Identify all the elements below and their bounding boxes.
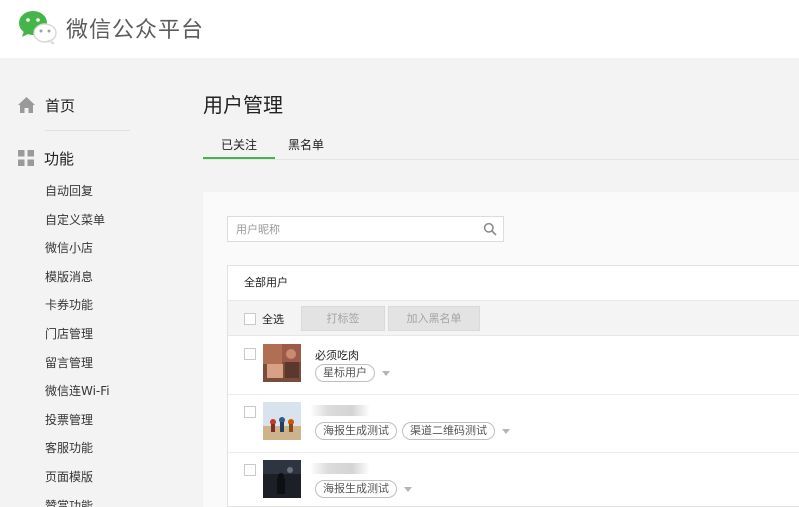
add-to-blacklist-button[interactable]: 加入黑名单 [388,306,480,331]
search-box [227,216,504,242]
user-panel: 全部用户 全选 打标签 加入黑名单 必须吃肉 星标 [203,192,799,507]
select-all-label[interactable]: 全选 [262,311,284,327]
sidebar: 首页 功能 自动回复 自定义菜单 微信小店 模版消息 卡券功能 门店管理 留言管… [0,58,199,507]
user-row: 海报生成测试 渠道二维码测试 [228,395,799,453]
user-avatar[interactable] [263,402,301,440]
tab-bar: 已关注 黑名单 [203,132,324,160]
user-avatar[interactable] [263,344,301,382]
sidebar-item-store-management[interactable]: 门店管理 [45,324,110,353]
user-tags: 星标用户 [315,364,392,382]
sidebar-item-home-label: 首页 [45,96,76,115]
main-content: 用户管理 已关注 黑名单 全部用户 全选 打标签 加入黑名单 [199,58,799,507]
user-nickname-redacted [310,405,370,416]
user-tag[interactable]: 星标用户 [315,364,375,382]
sidebar-item-reward[interactable]: 赞赏功能 [45,496,110,507]
page-title: 用户管理 [203,93,283,117]
user-checkbox[interactable] [244,464,256,476]
tab-followed[interactable]: 已关注 [203,132,275,160]
user-list: 全部用户 全选 打标签 加入黑名单 必须吃肉 星标用户 海报生成测试 渠道二维码… [227,265,799,507]
grid-icon [18,150,34,166]
sidebar-section-functions-label: 功能 [44,149,75,168]
tab-divider [203,159,799,160]
user-nickname[interactable]: 必须吃肉 [315,347,359,363]
user-tags: 海报生成测试 [315,480,414,498]
sidebar-section-functions: 功能 [18,147,74,169]
sidebar-item-custom-menu[interactable]: 自定义菜单 [45,210,110,239]
user-checkbox[interactable] [244,348,256,360]
user-tags: 海报生成测试 渠道二维码测试 [315,422,512,440]
caret-down-icon[interactable] [380,368,392,378]
wechat-logo-icon [19,11,57,45]
list-toolbar: 全选 打标签 加入黑名单 [228,300,799,336]
user-tag[interactable]: 海报生成测试 [315,422,397,440]
user-nickname-redacted [310,463,370,474]
sidebar-item-page-template[interactable]: 页面模版 [45,467,110,496]
user-tag[interactable]: 渠道二维码测试 [402,422,495,440]
user-avatar[interactable] [263,460,301,498]
sidebar-item-wechat-store[interactable]: 微信小店 [45,238,110,267]
home-icon [18,97,35,113]
user-row: 必须吃肉 星标用户 [228,337,799,395]
sidebar-item-vote-management[interactable]: 投票管理 [45,410,110,439]
select-all-checkbox[interactable] [244,313,256,325]
sidebar-item-customer-service[interactable]: 客服功能 [45,438,110,467]
sidebar-item-auto-reply[interactable]: 自动回复 [45,181,110,210]
sidebar-submenu: 自动回复 自定义菜单 微信小店 模版消息 卡券功能 门店管理 留言管理 微信连W… [45,181,110,507]
sidebar-item-wifi[interactable]: 微信连Wi-Fi [45,381,110,410]
list-title: 全部用户 [244,276,288,289]
user-row: 海报生成测试 [228,453,799,507]
sidebar-divider [45,130,130,131]
top-bar: 微信公众平台 [0,0,799,58]
user-checkbox[interactable] [244,406,256,418]
caret-down-icon[interactable] [500,426,512,436]
app-title: 微信公众平台 [66,18,205,43]
sidebar-item-comment-management[interactable]: 留言管理 [45,353,110,382]
search-icon[interactable] [483,222,497,236]
tag-button[interactable]: 打标签 [301,306,385,331]
tab-blacklist[interactable]: 黑名单 [288,132,324,160]
sidebar-item-coupons[interactable]: 卡券功能 [45,295,110,324]
search-input[interactable] [228,217,468,241]
sidebar-item-template-message[interactable]: 模版消息 [45,267,110,296]
caret-down-icon[interactable] [402,484,414,494]
user-tag[interactable]: 海报生成测试 [315,480,397,498]
sidebar-item-home[interactable]: 首页 [18,94,75,116]
